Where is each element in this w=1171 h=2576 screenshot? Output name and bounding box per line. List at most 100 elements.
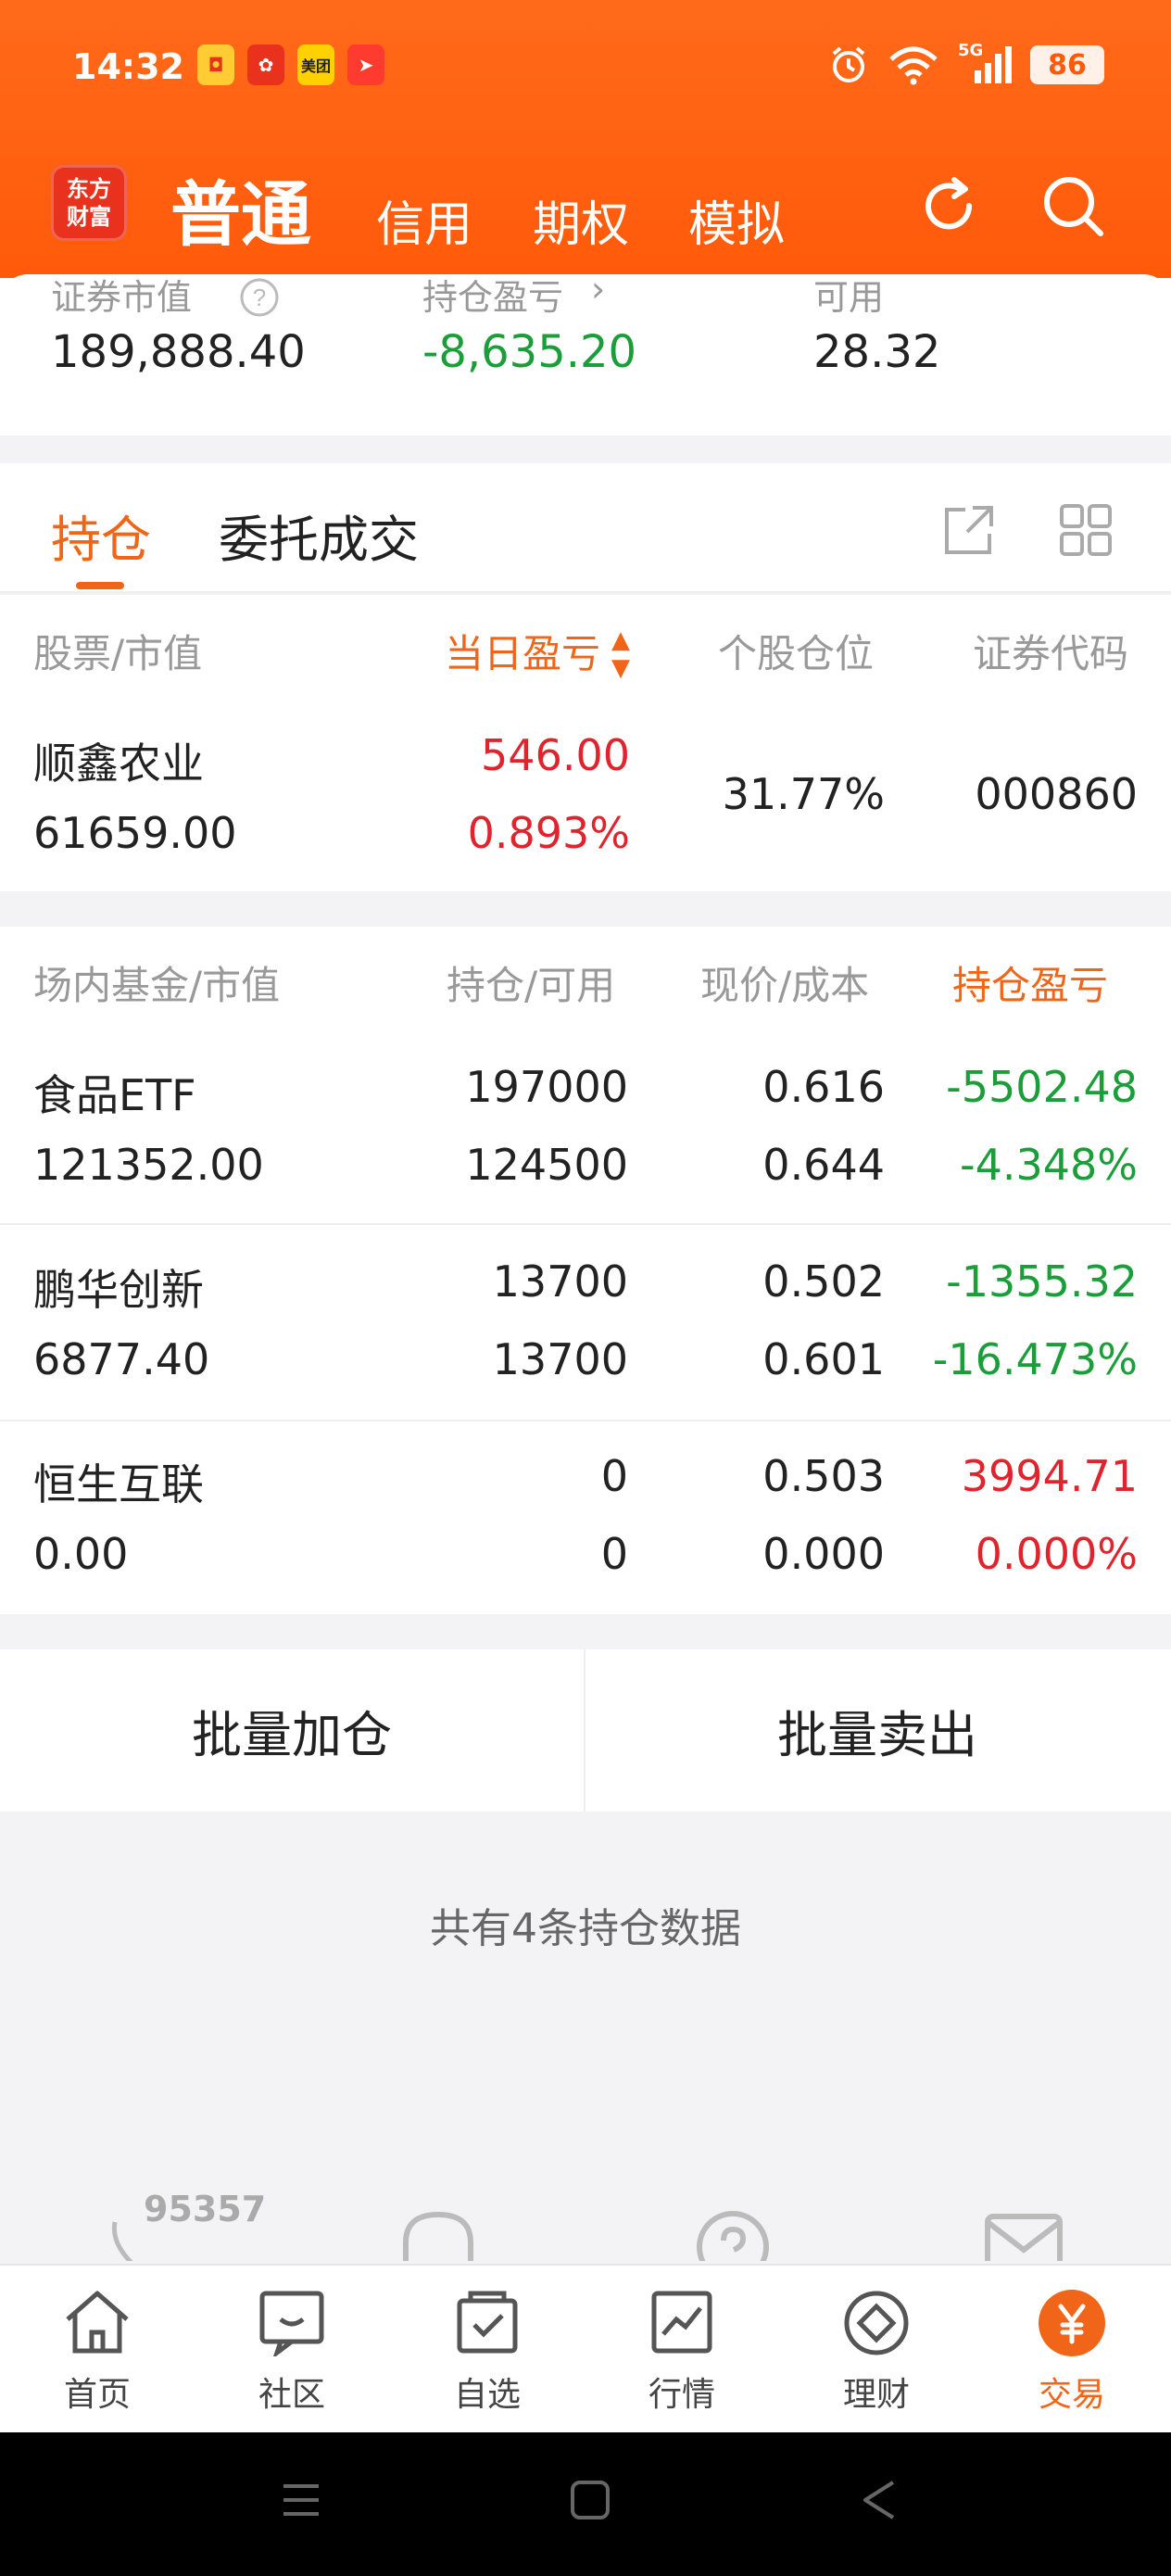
grid-icon[interactable] (1058, 502, 1115, 560)
row-divider (0, 1420, 1171, 1421)
alarm-icon (832, 46, 865, 82)
col-stock-name: 股票/市值 (33, 631, 203, 676)
fund-cost: 0.601 (762, 1334, 885, 1384)
nav-trade[interactable]: 交易 (998, 2286, 1146, 2416)
help-circle-icon[interactable] (691, 2205, 774, 2261)
signal-icon: 5G (958, 41, 1012, 85)
account-summary: 证券市值 ? 持仓盈亏 › 可用 189,888.40 -8,635.20 28… (0, 269, 1171, 436)
col-position-pct: 个股仓位 (718, 631, 875, 676)
fund-name: 食品ETF (33, 1070, 196, 1120)
batch-actions: 批量加仓 批量卖出 (0, 1649, 1171, 1812)
svg-text:?: ? (253, 284, 266, 311)
nav-watchlist[interactable]: 自选 (413, 2286, 561, 2416)
back-icon[interactable] (858, 2479, 900, 2521)
fund-cost: 0.000 (762, 1529, 885, 1579)
headset-icon[interactable] (397, 2205, 480, 2261)
wifi-icon (889, 46, 938, 85)
tab-credit[interactable]: 信用 (376, 185, 472, 255)
battery-indicator: 86 (1030, 45, 1104, 84)
nav-label: 交易 (1038, 2376, 1105, 2414)
fund-price: 0.616 (762, 1062, 885, 1112)
bottom-navigation: 首页 社区 自选 行情 理财 交易 (0, 2264, 1171, 2432)
nav-home[interactable]: 首页 (23, 2286, 171, 2416)
eastmoney-logo: 东方财富 (51, 165, 127, 241)
row-divider (0, 1223, 1171, 1225)
help-icon[interactable]: ? (238, 276, 281, 319)
holdings-tabs: 持仓 委托成交 (0, 463, 1171, 593)
share-icon[interactable] (941, 502, 997, 558)
menu-icon[interactable] (280, 2479, 322, 2521)
fund-market-value: 0.00 (33, 1529, 129, 1579)
nav-label: 社区 (258, 2376, 325, 2414)
meituan-app-icon: 美团 (297, 44, 334, 85)
fund-pnl-pct: 0.000% (975, 1529, 1138, 1579)
nav-label: 理财 (842, 2376, 910, 2414)
trade-yen-icon (1039, 2290, 1105, 2356)
stock-day-pnl-pct: 0.893% (467, 808, 630, 858)
funds-section: 场内基金/市值 持仓/可用 现价/成本 持仓盈亏 食品ETF 121352.00… (0, 927, 1171, 1614)
col-fund-name: 场内基金/市值 (33, 963, 281, 1008)
fund-available: 124500 (465, 1140, 628, 1190)
tab-options[interactable]: 期权 (533, 185, 629, 255)
fund-price: 0.503 (762, 1451, 885, 1501)
home-square-icon[interactable] (569, 2479, 611, 2521)
wealth-icon (844, 2291, 909, 2355)
status-app-icons: ◘ ✿ 美团 ➤ (197, 44, 384, 85)
nav-wealth[interactable]: 理财 (802, 2286, 951, 2416)
watchlist-icon (457, 2291, 518, 2354)
fund-pnl-pct: -16.473% (932, 1334, 1138, 1384)
col-security-code: 证券代码 (973, 631, 1129, 676)
batch-add-button[interactable]: 批量加仓 (0, 1649, 584, 1812)
securities-value-label: 证券市值 (51, 277, 193, 318)
nav-label: 自选 (453, 2376, 521, 2414)
fund-pnl: -1355.32 (946, 1256, 1138, 1307)
nav-label: 行情 (648, 2376, 715, 2414)
fund-market-value: 121352.00 (33, 1140, 264, 1190)
fund-holding: 0 (600, 1451, 628, 1501)
fund-pnl-pct: -4.348% (960, 1140, 1138, 1190)
fund-name: 鹏华创新 (33, 1265, 204, 1315)
tab-orders[interactable]: 委托成交 (219, 499, 419, 572)
stock-day-pnl: 546.00 (481, 730, 630, 780)
fund-available: 0 (600, 1529, 628, 1579)
holding-pnl-value: -8,635.20 (422, 326, 637, 378)
holdings-count-text: 共有4条持仓数据 (430, 1905, 741, 1952)
mail-icon[interactable] (982, 2209, 1065, 2261)
stock-code: 000860 (975, 769, 1138, 819)
tab-normal[interactable]: 普通 (170, 158, 311, 259)
system-navigation-bar (0, 2432, 1171, 2576)
sort-icon[interactable]: ▲ ▼ (611, 626, 630, 682)
available-value: 28.32 (813, 326, 941, 378)
col-day-pnl[interactable]: 当日盈亏 (445, 623, 600, 679)
chevron-right-icon: › (591, 269, 606, 309)
status-bar: 14:32 ◘ ✿ 美团 ➤ 5G 86 (0, 37, 1171, 102)
search-icon[interactable] (1036, 169, 1110, 243)
status-icons: 5G 86 (828, 41, 1104, 85)
holding-pnl-label[interactable]: 持仓盈亏 (422, 269, 563, 320)
securities-value: 189,888.40 (51, 326, 306, 378)
nav-community[interactable]: 社区 (218, 2286, 366, 2416)
tab-simulation[interactable]: 模拟 (688, 185, 785, 255)
nav-market[interactable]: 行情 (608, 2286, 756, 2416)
fund-available: 13700 (492, 1334, 628, 1384)
tab-holdings[interactable]: 持仓 (51, 499, 151, 572)
refresh-icon[interactable] (912, 169, 986, 243)
stock-name: 顺鑫农业 (33, 739, 204, 789)
chat-icon (259, 2291, 324, 2359)
col-holding-pnl[interactable]: 持仓盈亏 (952, 954, 1171, 1011)
phone-icon[interactable] (104, 2215, 159, 2261)
fund-holding: 197000 (465, 1062, 628, 1112)
col-price-cost: 现价/成本 (700, 963, 870, 1008)
col-holding-available: 持仓/可用 (447, 963, 616, 1008)
fund-price: 0.502 (762, 1256, 885, 1307)
fund-pnl: 3994.71 (961, 1451, 1138, 1501)
fund-market-value: 6877.40 (33, 1334, 210, 1384)
stocks-section: 股票/市值 当日盈亏 ▲ ▼ 个股仓位 证券代码 顺鑫农业 61659.00 54… (0, 595, 1171, 891)
app-header: 14:32 ◘ ✿ 美团 ➤ 5G 86 东方财富 普通 信用 期权 模拟 (0, 0, 1171, 278)
chart-icon (651, 2291, 712, 2354)
batch-sell-button[interactable]: 批量卖出 (586, 1649, 1169, 1812)
notification-app-icon: ✿ (247, 44, 284, 85)
notification-app-icon: ➤ (347, 44, 384, 85)
home-icon (66, 2291, 129, 2354)
active-tab-indicator (76, 582, 124, 589)
